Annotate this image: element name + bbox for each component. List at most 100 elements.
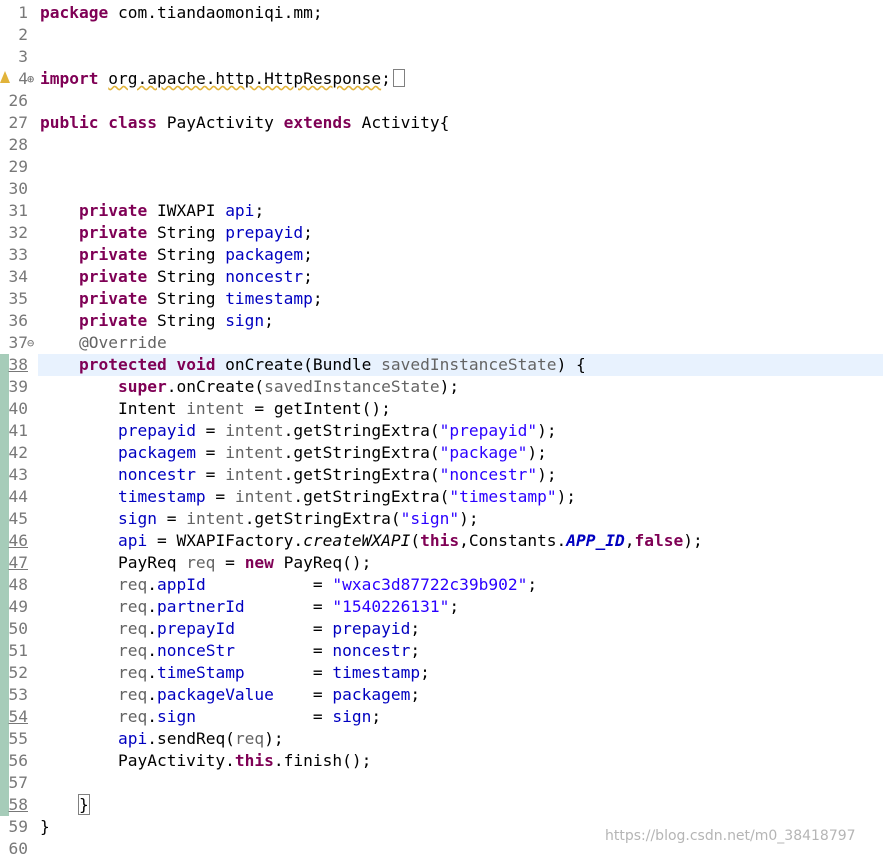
code-token: ; xyxy=(410,619,421,638)
collapse-fold-icon[interactable]: ⊖ xyxy=(27,332,37,354)
line-number: 27 xyxy=(8,113,29,132)
code-line[interactable]: 39 super.onCreate(savedInstanceState); xyxy=(0,376,883,398)
line-number: 47 xyxy=(8,553,29,572)
code-token: ; xyxy=(303,245,313,264)
code-line[interactable]: 38 protected void onCreate(Bundle savedI… xyxy=(0,354,883,376)
line-number: 41 xyxy=(8,421,29,440)
code-line[interactable]: 2 xyxy=(0,24,883,46)
code-line[interactable]: 49 req.partnerId = "1540226131"; xyxy=(0,596,883,618)
code-token: IWXAPI xyxy=(147,201,226,220)
code-text: api.sendReq(req); xyxy=(40,728,284,750)
code-token: com.tiandaomoniqi.mm; xyxy=(108,3,323,22)
code-token: . xyxy=(147,575,157,594)
line-gutter: 48 xyxy=(0,574,38,596)
code-editor[interactable]: 1 package com.tiandaomoniqi.mm; 2 3 4 ⊕ import… xyxy=(0,0,883,860)
collapsed-imports-box[interactable] xyxy=(392,69,405,87)
code-line[interactable]: 44 timestamp = intent.getStringExtra("ti… xyxy=(0,486,883,508)
code-text: } xyxy=(40,816,50,838)
code-line[interactable]: 47 PayReq req = new PayReq(); xyxy=(0,552,883,574)
code-text: req.appId = "wxac3d87722c39b902"; xyxy=(40,574,537,596)
code-line[interactable]: 42 packagem = intent.getStringExtra("pac… xyxy=(0,442,883,464)
code-line[interactable]: 50 req.prepayId = prepayid; xyxy=(0,618,883,640)
code-text: req.partnerId = "1540226131"; xyxy=(40,596,459,618)
code-text: private String prepayid; xyxy=(40,222,313,244)
code-line[interactable]: 26 xyxy=(0,90,883,112)
code-line[interactable]: 35 private String timestamp; xyxy=(0,288,883,310)
code-line[interactable]: 28 xyxy=(0,134,883,156)
code-line[interactable]: 51 req.nonceStr = noncestr; xyxy=(0,640,883,662)
code-line[interactable]: 54 req.sign = sign; xyxy=(0,706,883,728)
code-token: noncestr xyxy=(117,465,196,484)
code-line[interactable]: 30 xyxy=(0,178,883,200)
code-token: extends xyxy=(283,113,352,132)
code-line[interactable]: 33 private String packagem; xyxy=(0,244,883,266)
code-line[interactable]: 52 req.timeStamp = timestamp; xyxy=(0,662,883,684)
code-line[interactable]: 3 xyxy=(0,46,883,68)
code-token: intent xyxy=(225,443,284,462)
code-token: .getStringExtra( xyxy=(283,465,440,484)
code-token: String xyxy=(147,267,226,286)
code-line[interactable]: 41 prepayid = intent.getStringExtra("pre… xyxy=(0,420,883,442)
code-token: req xyxy=(117,619,148,638)
code-line[interactable]: 4 ⊕ import org.apache.http.HttpResponse; xyxy=(0,68,883,90)
code-token: packagem xyxy=(332,685,411,704)
code-line[interactable]: 32 private String prepayid; xyxy=(0,222,883,244)
line-number: 59 xyxy=(8,817,29,836)
code-line[interactable]: 40 Intent intent = getIntent(); xyxy=(0,398,883,420)
code-line[interactable]: 46 api = WXAPIFactory.createWXAPI(this,C… xyxy=(0,530,883,552)
code-text: private String packagem; xyxy=(40,244,313,266)
code-line[interactable]: 56 PayActivity.this.finish(); xyxy=(0,750,883,772)
code-line[interactable]: 43 noncestr = intent.getStringExtra("non… xyxy=(0,464,883,486)
line-gutter: 52 xyxy=(0,662,38,684)
expand-fold-icon[interactable]: ⊕ xyxy=(27,68,37,90)
warning-icon[interactable] xyxy=(0,71,10,83)
code-line[interactable]: 37 ⊖ @Override xyxy=(0,332,883,354)
code-text: private IWXAPI api; xyxy=(40,200,264,222)
code-line[interactable]: 27 public class PayActivity extends Activ… xyxy=(0,112,883,134)
code-token: = xyxy=(195,443,226,462)
code-token: onCreate(Bundle xyxy=(215,355,382,374)
line-number: 45 xyxy=(8,509,29,528)
line-gutter: 37 ⊖ xyxy=(0,332,38,354)
code-token: this xyxy=(420,531,460,550)
code-token: req xyxy=(117,663,148,682)
code-line[interactable]: 36 private String sign; xyxy=(0,310,883,332)
code-text: sign = intent.getStringExtra("sign"); xyxy=(40,508,479,530)
code-text: PayReq req = new PayReq(); xyxy=(40,552,371,574)
line-number: 38 xyxy=(8,355,29,374)
line-gutter: 45 xyxy=(0,508,38,530)
code-token: new xyxy=(244,553,274,572)
line-gutter: 42 xyxy=(0,442,38,464)
line-number: 43 xyxy=(8,465,29,484)
code-token: .getStringExtra( xyxy=(283,443,440,462)
line-gutter: 30 xyxy=(0,178,38,200)
code-token: = xyxy=(156,509,187,528)
code-token: . xyxy=(147,685,157,704)
code-line[interactable]: 29 xyxy=(0,156,883,178)
code-line[interactable]: 55 api.sendReq(req); xyxy=(0,728,883,750)
code-line[interactable]: 45 sign = intent.getStringExtra("sign"); xyxy=(0,508,883,530)
code-token: , xyxy=(624,531,635,550)
code-line[interactable]: 48 req.appId = "wxac3d87722c39b902"; xyxy=(0,574,883,596)
code-token: api xyxy=(225,201,255,220)
code-text: public class PayActivity extends Activit… xyxy=(40,112,449,134)
line-number: 33 xyxy=(8,245,29,264)
code-token: PayActivity xyxy=(156,113,284,132)
code-token: sign xyxy=(225,311,265,330)
code-line[interactable]: 53 req.packageValue = packagem; xyxy=(0,684,883,706)
code-token: "noncestr" xyxy=(439,465,538,484)
code-token: ); xyxy=(683,531,703,550)
code-line[interactable]: 31 private IWXAPI api; xyxy=(0,200,883,222)
code-line[interactable]: 57 xyxy=(0,772,883,794)
code-line[interactable]: 58 } xyxy=(0,794,883,816)
code-line[interactable]: 1 package com.tiandaomoniqi.mm; xyxy=(0,2,883,24)
code-token: "prepayid" xyxy=(439,421,538,440)
code-token: packageValue xyxy=(156,685,274,704)
code-line[interactable]: 34 private String noncestr; xyxy=(0,266,883,288)
code-text: req.nonceStr = noncestr; xyxy=(40,640,420,662)
